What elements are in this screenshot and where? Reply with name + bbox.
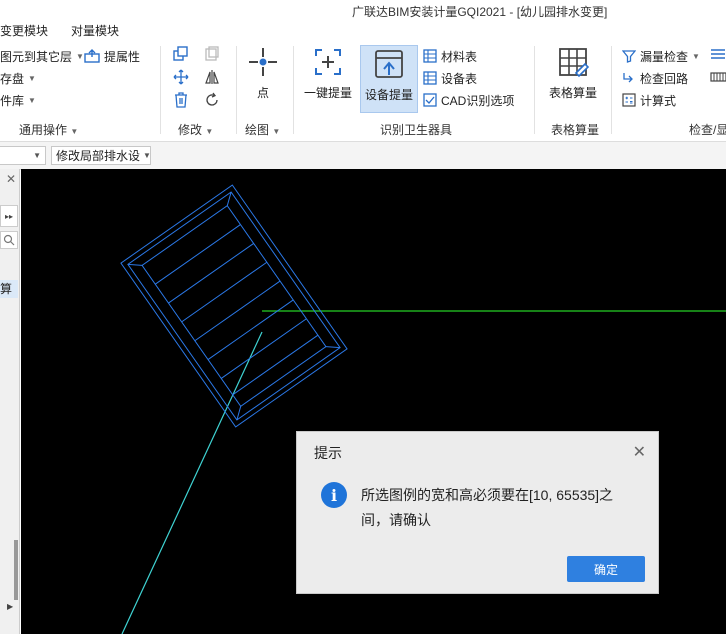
group-identify-label: 识别卫生器具: [380, 123, 453, 137]
table-calc-icon: [559, 48, 589, 78]
loop-check-label: 检查回路: [640, 71, 689, 86]
equipment-table-button[interactable]: 设备表: [423, 68, 477, 88]
grid-icon[interactable]: [710, 70, 726, 84]
search-icon: [3, 234, 15, 246]
group-separator: [534, 46, 535, 134]
one-key-extract-icon: [315, 49, 341, 75]
list-icon[interactable]: [710, 48, 726, 62]
copy-to-icon[interactable]: [204, 46, 220, 62]
layer-select[interactable]: ▼: [0, 146, 46, 165]
rotate-icon[interactable]: [204, 92, 220, 108]
draw-point-button[interactable]: 点: [246, 46, 280, 101]
cad-options-icon: [423, 93, 437, 107]
formula-label: 计算式: [640, 93, 677, 108]
one-key-extract-button[interactable]: 一键提量: [302, 46, 354, 101]
component-select[interactable]: 修改局部排水设 ▼: [51, 146, 151, 165]
cad-identify-options-button[interactable]: CAD识别选项: [423, 90, 514, 110]
expand-arrow-icon: ▼: [70, 127, 79, 136]
material-table-button[interactable]: 材料表: [423, 46, 477, 66]
close-panel-icon[interactable]: ✕: [6, 172, 16, 186]
group-separator: [160, 46, 161, 134]
equipment-extract-label: 设备提量: [364, 88, 413, 102]
mirror-icon[interactable]: [204, 69, 220, 85]
group-check-label: 检查/显: [689, 123, 726, 137]
dialog-message: 所选图例的宽和高必须要在[10, 65535]之间，请确认: [361, 487, 614, 528]
dropdown-arrow-icon: ▼: [28, 95, 36, 105]
expand-panel-icon[interactable]: ▸▸: [0, 205, 18, 227]
info-icon: i: [321, 482, 347, 508]
move-to-layer-button[interactable]: 图元到其它层 ▼: [0, 46, 84, 66]
component-select-value: 修改局部排水设: [56, 149, 141, 163]
panel-scrollbar[interactable]: [14, 540, 18, 600]
formula-icon: [622, 93, 636, 107]
table-calc-label: 表格算量: [548, 86, 597, 100]
library-label: 件库: [0, 93, 25, 108]
one-key-extract-label: 一键提量: [303, 86, 352, 100]
dropdown-arrow-icon: ▼: [692, 51, 700, 61]
equipment-table-label: 设备表: [441, 71, 478, 86]
formula-button[interactable]: 计算式: [622, 90, 676, 110]
close-icon[interactable]: ✕: [633, 442, 646, 462]
group-separator: [293, 46, 294, 134]
group-table-calc-label: 表格算量: [551, 123, 600, 137]
point-icon: [249, 48, 277, 76]
chevron-down-icon: ▼: [143, 151, 151, 160]
group-separator: [611, 46, 612, 134]
group-separator: [236, 46, 237, 134]
dropdown-arrow-icon: ▼: [28, 73, 36, 83]
extract-property-button[interactable]: 提属性: [84, 46, 140, 66]
material-table-label: 材料表: [441, 49, 478, 64]
cad-options-label: CAD识别选项: [441, 93, 515, 108]
window-title: 广联达BIM安装计量GQI2021 - [幼儿园排水变更]: [352, 5, 608, 19]
panel-tree-item[interactable]: 算: [0, 280, 18, 298]
loop-check-icon: [623, 73, 633, 83]
move-to-layer-label: 图元到其它层: [0, 49, 73, 64]
leak-check-label: 漏量检查: [640, 49, 689, 64]
panel-search-box[interactable]: [0, 231, 18, 249]
copy-icon[interactable]: [173, 46, 189, 62]
library-button[interactable]: 件库 ▼: [0, 90, 36, 110]
delete-icon[interactable]: [173, 92, 189, 108]
equipment-extract-icon: [375, 50, 403, 78]
equipment-table-icon: [423, 71, 437, 85]
menu-change-module[interactable]: 变更模块: [0, 22, 48, 39]
save-button[interactable]: 存盘 ▼: [0, 68, 36, 88]
dropdown-arrow-icon: ▼: [76, 51, 84, 61]
expand-arrow-icon: ▼: [272, 127, 281, 136]
equipment-extract-button[interactable]: 设备提量: [360, 45, 418, 113]
move-icon[interactable]: [173, 69, 189, 85]
group-draw-label[interactable]: 绘图 ▼: [245, 121, 280, 138]
table-calc-button[interactable]: 表格算量: [545, 46, 601, 101]
dialog-title: 提示: [314, 445, 342, 461]
loop-check-button[interactable]: 检查回路: [622, 68, 688, 88]
extract-property-icon: [84, 49, 100, 63]
draw-point-label: 点: [256, 86, 269, 100]
scroll-down-icon[interactable]: ▶: [7, 602, 13, 611]
ok-button[interactable]: 确定: [567, 556, 645, 582]
expand-arrow-icon: ▼: [205, 127, 214, 136]
prompt-dialog: 提示 ✕ i 所选图例的宽和高必须要在[10, 65535]之间，请确认 确定: [296, 431, 659, 594]
save-label: 存盘: [0, 71, 25, 86]
menu-quantity-module[interactable]: 对量模块: [71, 22, 119, 39]
leak-check-button[interactable]: 漏量检查 ▼: [622, 46, 700, 66]
filter-icon: [622, 50, 636, 63]
extract-property-label: 提属性: [104, 49, 141, 64]
material-table-icon: [423, 49, 437, 63]
group-modify-label[interactable]: 修改 ▼: [178, 121, 213, 138]
chevron-down-icon: ▼: [33, 151, 41, 160]
group-general-label[interactable]: 通用操作 ▼: [19, 121, 78, 138]
